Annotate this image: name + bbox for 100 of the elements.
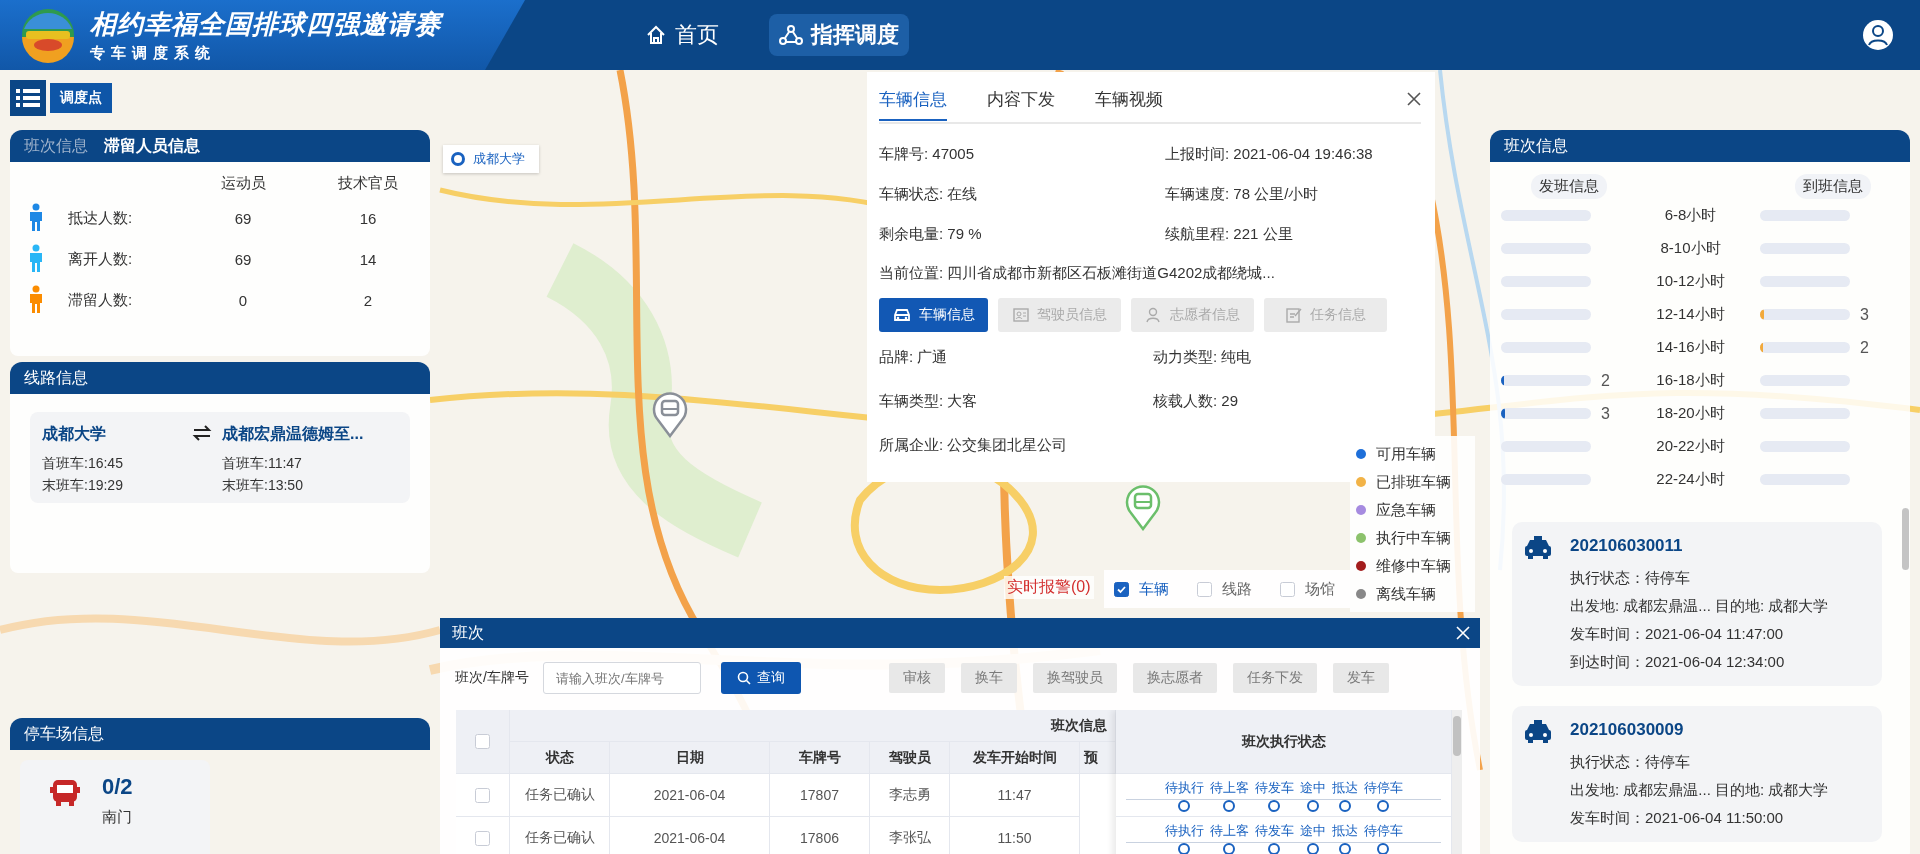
trip-destination: 目的地: 成都大学 (1715, 781, 1829, 798)
depart-time: 发车时间：2021-06-04 11:47:00 (1570, 625, 1785, 644)
column-header: 车牌号 (770, 742, 870, 774)
trip-destination: 目的地: 成都大学 (1715, 597, 1829, 614)
table-cell: 任务已确认 (510, 774, 610, 817)
legend-label: 已排班车辆 (1376, 472, 1451, 492)
info-field: 品牌: 广通 (879, 347, 1153, 367)
table-cell: 11:50 (950, 817, 1080, 854)
menu-icon (16, 88, 40, 108)
app-subtitle: 专车调度系统 (90, 44, 217, 63)
popup-tab[interactable]: 内容下发 (987, 87, 1055, 121)
trip-card[interactable]: 202106030011 执行状态：待停车 出发地: 成都宏鼎温... 目的地: 成都大学 发车时间：2021-06-04 11:47:00 到达时间：2021-06-04 12:34:00 (1512, 522, 1882, 686)
panel-tab[interactable]: 滞留人员信息 (104, 135, 200, 157)
trip-origin: 出发地: 成都宏鼎温... (1570, 597, 1711, 614)
parking-name: 南门 (102, 808, 133, 827)
layer-label[interactable]: 场馆 (1305, 579, 1335, 599)
popup-tab[interactable]: 车辆视频 (1095, 87, 1163, 121)
table-cell: 李志勇 (870, 774, 950, 817)
count-value: 3 (1600, 404, 1611, 423)
route-stop: 成都大学 (42, 424, 107, 444)
first-bus-time: 首班车:16:45 (42, 455, 124, 473)
scrollbar[interactable] (1902, 508, 1909, 570)
alarm-text[interactable]: 实时报警(0) (1004, 576, 1094, 599)
place-marker[interactable]: 成都大学 (443, 145, 539, 173)
user-avatar[interactable] (1862, 19, 1894, 51)
column-chip: 发班信息 (1531, 174, 1607, 199)
id-card-icon (1012, 308, 1029, 322)
trip-status: 执行状态：待停车 (1570, 753, 1691, 772)
column-header: 状态 (510, 742, 610, 774)
dialog-title: 班次 (452, 622, 484, 643)
nav-tab[interactable]: 首页 (635, 14, 729, 56)
popup-tab[interactable]: 车辆信息 (879, 87, 947, 121)
info-field: 核载人数: 29 (1153, 391, 1421, 411)
row-label: 滞留人数: (68, 291, 134, 310)
column-header: 班次执行状态 (1116, 710, 1452, 774)
arrive-time: 到达时间：2021-06-04 12:34:00 (1570, 653, 1786, 672)
trip-id: 202106030011 (1570, 536, 1684, 557)
info-field: 车辆类型: 大客 (879, 391, 1153, 411)
layer-label[interactable]: 线路 (1222, 579, 1252, 599)
search-label: 班次/车牌号 (455, 669, 529, 687)
step-label: 待上客 (1209, 821, 1249, 840)
close-icon[interactable] (1407, 92, 1421, 106)
swap-icon (192, 424, 212, 442)
checkbox[interactable] (1114, 581, 1129, 597)
parking-count: 0/2 (102, 774, 133, 800)
person-icon (1145, 307, 1162, 323)
edit-icon (1285, 307, 1302, 323)
nav-tab[interactable]: 指挥调度 (769, 14, 909, 56)
info-field: 所属企业: 公交集团北星公司 (879, 435, 1153, 455)
table-cell: 任务已确认 (510, 817, 610, 854)
info-field: 车辆速度: 78 公里/小时 (1165, 184, 1421, 204)
step-label: 抵达 (1331, 778, 1358, 797)
last-bus-time: 末班车:19:29 (42, 477, 124, 495)
period-label: 16-18小时 (1655, 371, 1726, 390)
period-label: 22-24小时 (1655, 470, 1726, 489)
trip-id: 202106030009 (1570, 720, 1685, 741)
period-label: 10-12小时 (1655, 272, 1726, 291)
panel-tab[interactable]: 班次信息 (24, 135, 88, 157)
legend-label: 应急车辆 (1376, 500, 1436, 520)
trip-card[interactable]: 202106030009 执行状态：待停车 出发地: 成都宏鼎温... 目的地: 成都大学 发车时间：2021-06-04 11:50:00 (1512, 706, 1882, 842)
column-chip: 到班信息 (1795, 174, 1871, 199)
bus-icon (50, 778, 80, 808)
info-field: 上报时间: 2021-06-04 19:46:38 (1165, 144, 1421, 164)
bus-pin-icon[interactable] (1125, 485, 1161, 531)
query-button[interactable]: 查询 (720, 662, 801, 694)
period-label: 20-22小时 (1655, 437, 1726, 456)
table-cell: 2021-06-04 (610, 817, 770, 854)
period-label: 12-14小时 (1655, 305, 1726, 324)
step-label: 途中 (1299, 778, 1326, 797)
step-label: 待发车 (1254, 778, 1294, 797)
count-value: 2 (1859, 338, 1870, 357)
info-field: 续航里程: 221 公里 (1165, 224, 1421, 244)
search-field[interactable]: 请输入班次/车牌号 (542, 662, 701, 694)
column-header: 运动员 (219, 174, 267, 193)
route-stop: 成都宏鼎温德姆至... (222, 424, 365, 444)
trip-origin: 出发地: 成都宏鼎温... (1570, 781, 1711, 798)
panel-title: 停车场信息 (24, 723, 104, 744)
layer-label[interactable]: 车辆 (1139, 579, 1169, 599)
column-header: 预 (1080, 742, 1116, 774)
menu-button[interactable] (10, 80, 46, 116)
location-field: 当前位置: 四川省成都市新都区石板滩街道G4202成都绕城... (879, 264, 1421, 283)
step-label: 途中 (1299, 821, 1326, 840)
info-field: 车辆状态: 在线 (879, 184, 1165, 204)
period-label: 18-20小时 (1655, 404, 1726, 423)
dispatch-point-button[interactable]: 调度点 (50, 83, 112, 113)
count-value: 16 (358, 210, 378, 227)
legend-label: 可用车辆 (1376, 444, 1436, 464)
column-group-header: 班次信息 (510, 710, 1116, 742)
column-header: 发车开始时间 (950, 742, 1080, 774)
count-value: 69 (233, 251, 253, 268)
step-label: 待上客 (1209, 778, 1249, 797)
count-value: 14 (358, 251, 378, 268)
period-label: 8-10小时 (1659, 239, 1722, 258)
column-header: 驾驶员 (870, 742, 950, 774)
info-tab-button[interactable]: 车辆信息 (879, 298, 988, 332)
home-icon (645, 24, 667, 46)
depart-time: 发车时间：2021-06-04 11:50:00 (1570, 809, 1785, 828)
scrollbar[interactable] (1452, 710, 1462, 854)
row-label: 离开人数: (68, 250, 134, 269)
bus-pin-icon[interactable] (652, 392, 688, 438)
